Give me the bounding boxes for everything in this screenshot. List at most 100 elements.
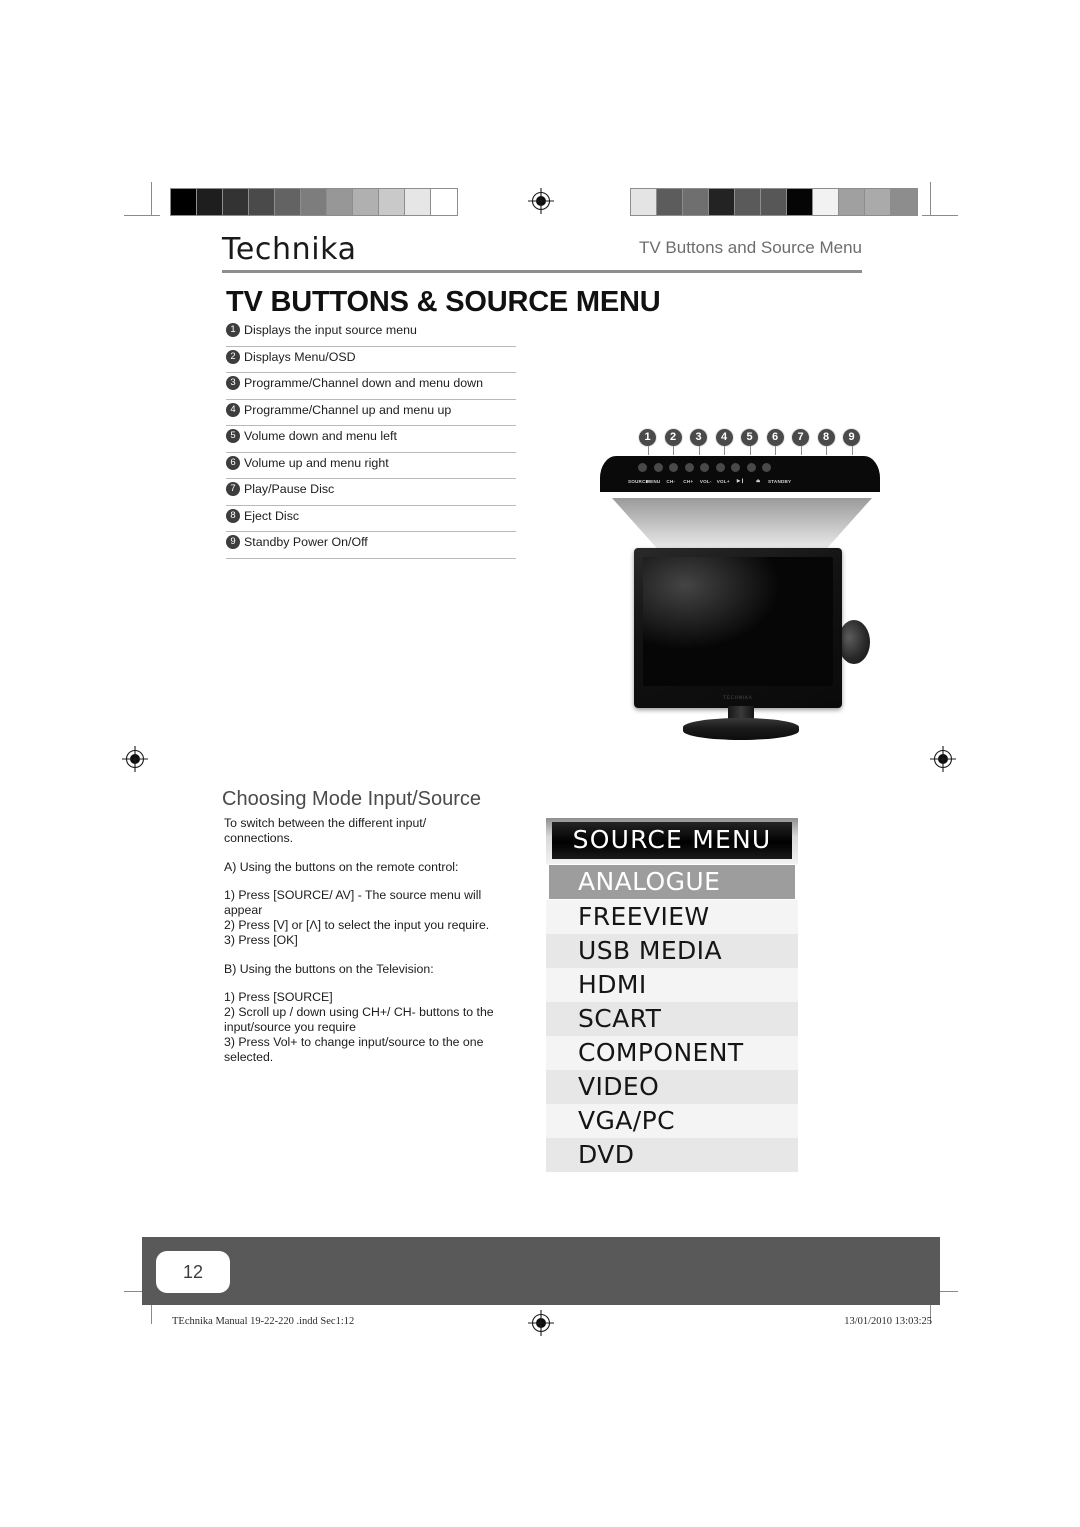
- legend-number-badge: 6: [226, 455, 240, 470]
- color-swatch: [197, 189, 223, 215]
- tv-panel-button-label: VOL-: [699, 478, 712, 484]
- tv-panel-button[interactable]: [715, 463, 725, 472]
- osd-item-usb-media[interactable]: USB MEDIA: [546, 934, 798, 968]
- legend-number-badge: 1: [226, 323, 240, 337]
- osd-item-video[interactable]: VIDEO: [546, 1070, 798, 1104]
- legend-label: Programme/Channel down and menu down: [244, 376, 484, 390]
- dvd-slot: [838, 620, 870, 664]
- tv-screen: [643, 557, 833, 686]
- panel-callout-badge: 6: [765, 428, 785, 455]
- osd-item-dvd[interactable]: DVD: [546, 1138, 798, 1172]
- legend-label: Play/Pause Disc: [244, 482, 335, 496]
- panel-callout-badge: 9: [842, 428, 861, 455]
- legend-label: Standby Power On/Off: [244, 535, 368, 549]
- color-swatch: [353, 189, 379, 215]
- legend-row: 3 Programme/Channel down and menu down: [226, 373, 516, 400]
- color-swatch: [327, 189, 353, 215]
- color-calibration-bar-right: [630, 188, 918, 216]
- color-swatch: [709, 189, 735, 215]
- tv-panel-button-label: ▶❙: [736, 478, 745, 483]
- crop-mark-top-left-vertical: [151, 182, 152, 216]
- color-swatch: [683, 189, 709, 215]
- legend-row: 1 Displays the input source menu: [226, 320, 516, 347]
- legend-row: 4 Programme/Channel up and menu up: [226, 400, 516, 426]
- panel-callout-badge: 4: [714, 428, 734, 455]
- legend-label: Eject Disc: [244, 508, 300, 523]
- tv-panel-button[interactable]: [746, 463, 756, 472]
- tv-panel-button[interactable]: [638, 463, 647, 472]
- legend-number-badge: 4: [226, 402, 240, 417]
- tv-panel-button[interactable]: [731, 463, 740, 472]
- osd-item-component[interactable]: COMPONENT: [546, 1036, 798, 1070]
- registration-mark-bottom-center: [528, 1310, 554, 1336]
- tv-panel-button-label: CH+: [683, 478, 694, 484]
- tv-physical-buttons: [638, 463, 771, 472]
- tv-product-photo: TECHNIKA: [612, 548, 870, 746]
- panel-callout-badge: 1: [638, 428, 657, 455]
- tv-panel-button[interactable]: [684, 463, 694, 472]
- osd-item-freeview[interactable]: FREEVIEW: [546, 900, 798, 934]
- color-swatch: [223, 189, 249, 215]
- tv-panel-button[interactable]: [669, 463, 678, 472]
- color-swatch: [301, 189, 327, 215]
- legend-row: 2 Displays Menu/OSD: [226, 347, 516, 373]
- legend-row: 5 Volume down and menu left: [226, 426, 516, 453]
- panel-callout-badge: 5: [740, 428, 759, 455]
- legend-number-badge: 9: [226, 535, 240, 549]
- footer-file-line: TEchnika Manual 19-22-220 .indd Sec1:12: [172, 1316, 355, 1327]
- instructions-body: To switch between the different input/ c…: [224, 816, 496, 1064]
- part-b-heading: B) Using the buttons on the Television:: [224, 961, 434, 976]
- osd-title: SOURCE MENU: [552, 822, 792, 859]
- color-swatch: [379, 189, 405, 215]
- osd-item-analogue[interactable]: ANALOGUE: [549, 865, 795, 899]
- color-swatch: [865, 189, 891, 215]
- color-swatch: [787, 189, 813, 215]
- tv-panel-button-label: MENU: [646, 478, 661, 484]
- legend-label: Volume down and menu left: [244, 429, 397, 443]
- legend-label: Displays the input source menu: [244, 323, 417, 337]
- legend-number-badge: 2: [226, 349, 240, 364]
- color-swatch: [657, 189, 683, 215]
- tv-brand-logo: TECHNIKA: [723, 696, 753, 701]
- color-swatch: [275, 189, 301, 215]
- color-swatch: [631, 189, 657, 215]
- crop-mark-top-right-horizontal: [922, 215, 958, 216]
- tv-panel-button[interactable]: [700, 463, 709, 472]
- osd-item-hdmi[interactable]: HDMI: [546, 968, 798, 1002]
- brand-logo: Technika: [222, 232, 357, 267]
- color-swatch: [839, 189, 865, 215]
- osd-item-vga-pc[interactable]: VGA/PC: [546, 1104, 798, 1138]
- part-a-step-1: 1) Press [SOURCE/ AV] - The source menu …: [224, 888, 482, 918]
- color-swatch: [431, 189, 457, 215]
- part-b-step-3: 3) Press Vol+ to change input/source to …: [224, 1034, 484, 1064]
- color-calibration-bar-left: [170, 188, 458, 216]
- tv-panel-button[interactable]: [762, 463, 771, 472]
- tv-bezel: TECHNIKA: [634, 548, 842, 708]
- part-a-step-3: 3) Press [OK]: [224, 932, 298, 947]
- tv-panel-button-label: STANDBY: [768, 478, 792, 484]
- legend-row: 7 Play/Pause Disc: [226, 479, 516, 506]
- panel-callout-badge: 7: [791, 428, 810, 455]
- crop-mark-top-right-vertical: [930, 182, 931, 216]
- tv-panel-button[interactable]: [653, 463, 663, 472]
- color-swatch: [405, 189, 431, 215]
- osd-item-scart[interactable]: SCART: [546, 1002, 798, 1036]
- button-legend-list: 1 Displays the input source menu 2 Displays…: [226, 320, 516, 559]
- legend-row: 9 Standby Power On/Off: [226, 532, 516, 559]
- legend-row: 8 Eject Disc: [226, 506, 516, 532]
- running-head: TV Buttons and Source Menu: [638, 238, 862, 257]
- legend-label: Displays Menu/OSD: [244, 349, 356, 364]
- part-a-step-2: 2) Press [V] or [Λ] to select the input …: [224, 917, 490, 932]
- crop-mark-top-left-horizontal: [124, 215, 160, 216]
- legend-number-badge: 5: [226, 429, 240, 443]
- tv-panel-button-label: VOL+: [716, 478, 730, 484]
- page-title: TV BUTTONS & SOURCE MENU: [226, 286, 661, 318]
- part-b-step-1: 1) Press [SOURCE]: [224, 990, 333, 1005]
- tv-panel-button-label: CH-: [666, 478, 676, 484]
- legend-label: Programme/Channel up and menu up: [244, 402, 452, 417]
- tv-button-labels: SOURCE MENU CH- CH+ VOL- VOL+ ▶❙ ⏏ STANDBY: [628, 478, 792, 484]
- callout-number-row: 123456789: [638, 428, 880, 455]
- legend-row: 6 Volume up and menu right: [226, 453, 516, 479]
- source-menu-osd: SOURCE MENU ANALOGUE FREEVIEW USB MEDIA HD…: [546, 818, 798, 1172]
- registration-mark-left-middle: [122, 746, 148, 772]
